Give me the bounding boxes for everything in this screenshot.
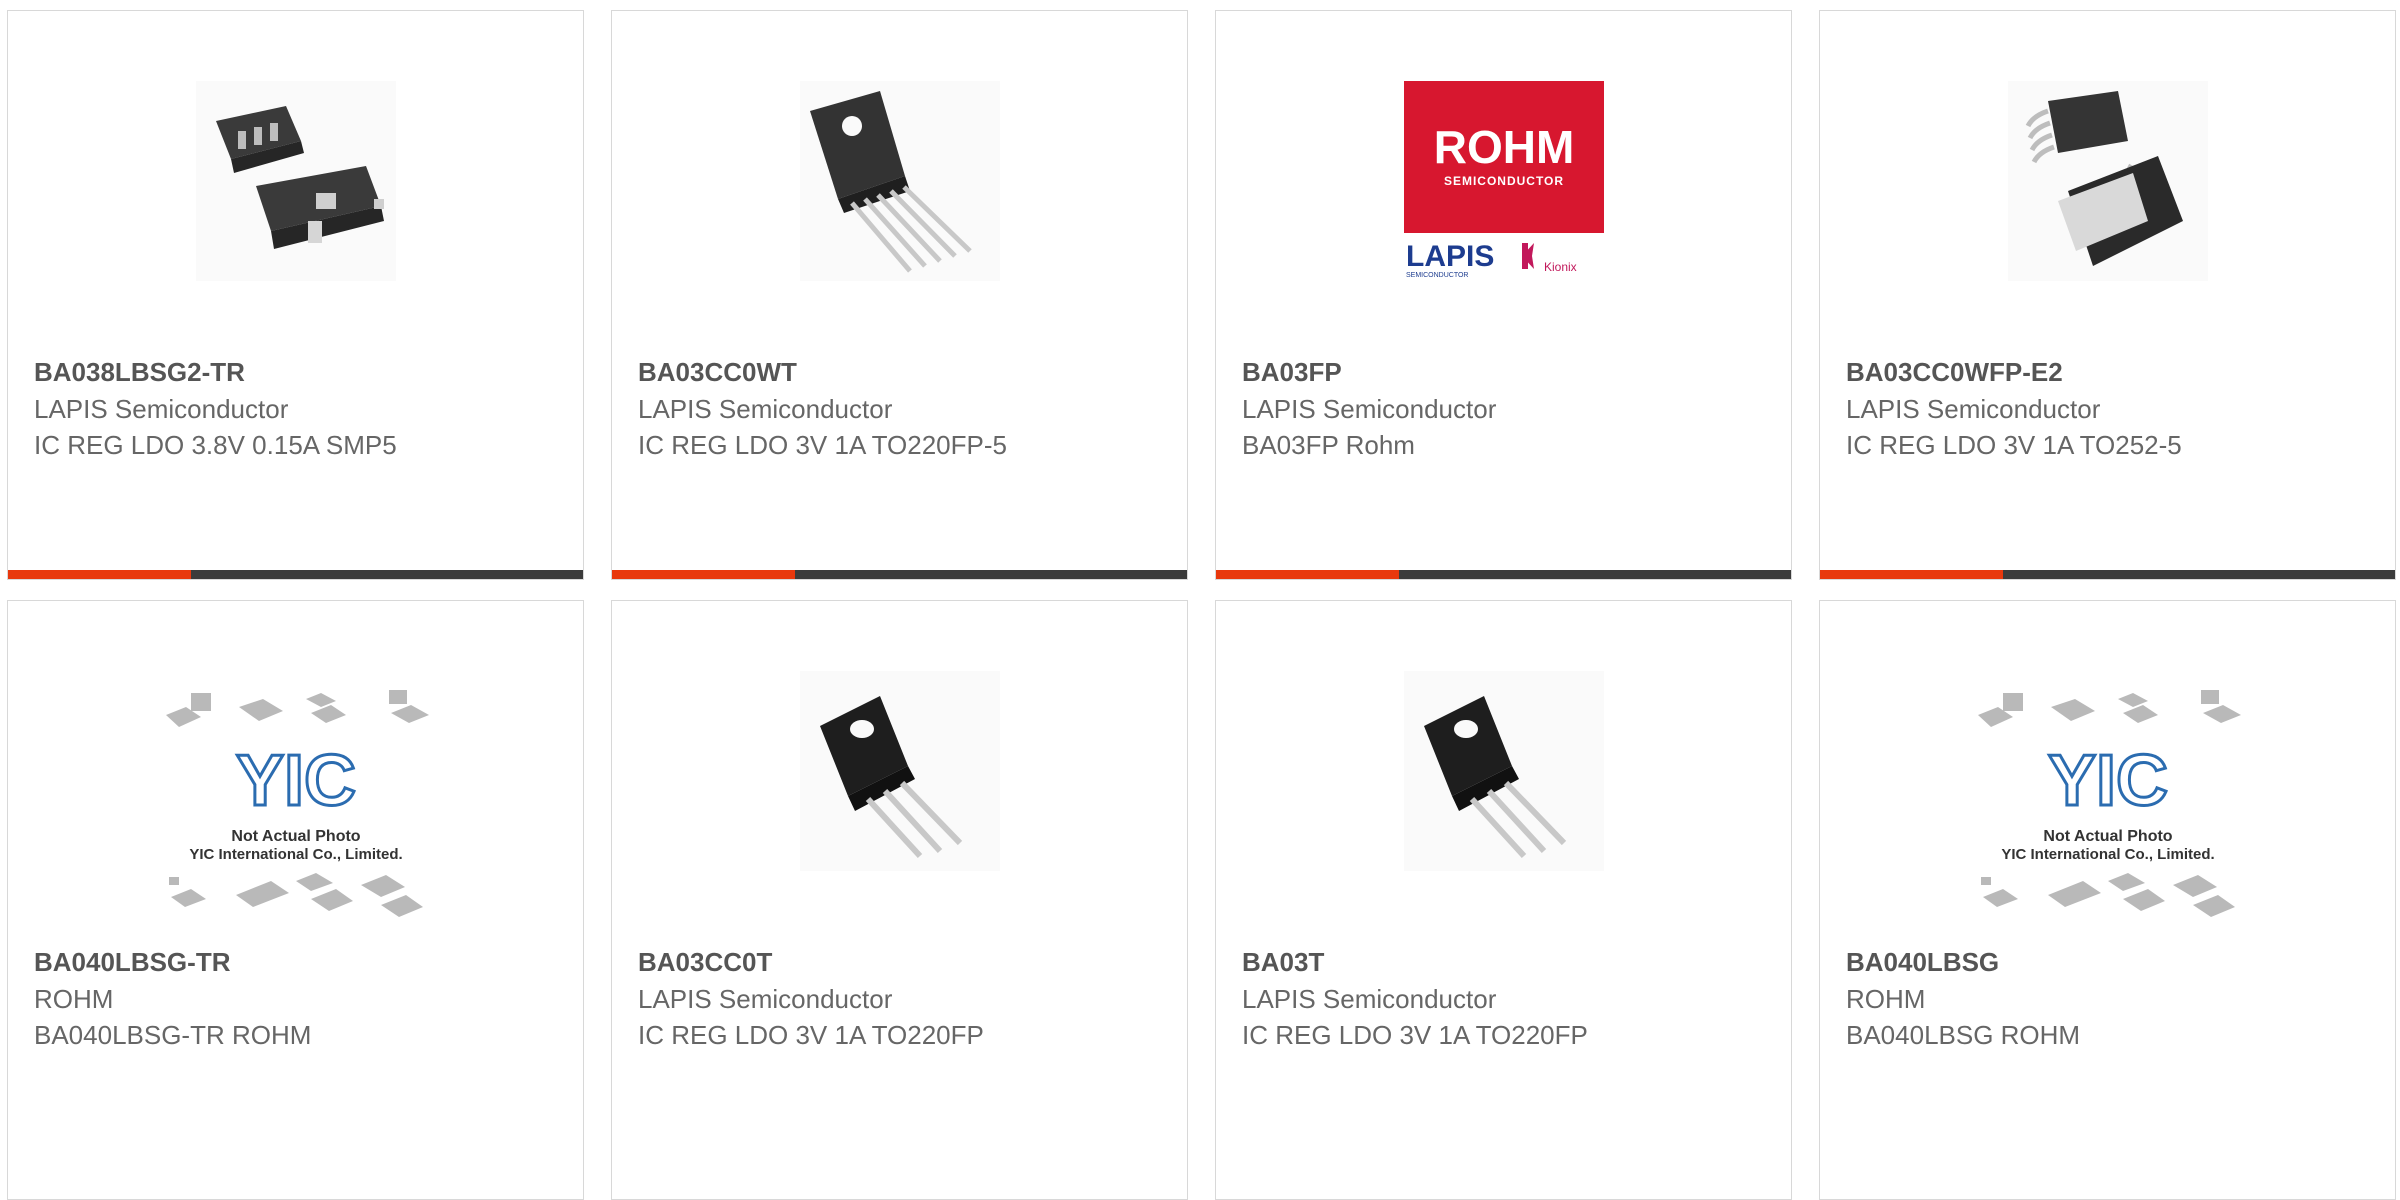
manufacturer: LAPIS Semiconductor [1242, 394, 1497, 424]
to220fp-package-image[interactable] [1403, 671, 1604, 871]
kionix-logo-text: Kionix [1544, 260, 1577, 274]
product-card[interactable]: BA03T LAPIS Semiconductor IC REG LDO 3V … [1215, 600, 1792, 1200]
product-description: IC REG LDO 3.8V 0.15A SMP5 [34, 430, 397, 460]
part-number[interactable]: BA038LBSG2-TR [34, 353, 563, 391]
product-description: IC REG LDO 3V 1A TO252-5 [1846, 430, 2182, 460]
product-card[interactable]: BA03CC0WFP-E2 LAPIS Semiconductor IC REG… [1819, 10, 2396, 580]
placeholder-image[interactable]: YIC Not Actual Photo YIC International C… [1972, 685, 2243, 925]
product-card[interactable]: BA038LBSG2-TR LAPIS Semiconductor IC REG… [7, 10, 584, 580]
product-info: BA03CC0WFP-E2 LAPIS Semiconductor IC REG… [1846, 353, 2375, 463]
placeholder-line1: Not Actual Photo [2043, 828, 2172, 845]
manufacturer: LAPIS Semiconductor [638, 394, 893, 424]
product-info: BA03CC0T LAPIS Semiconductor IC REG LDO … [638, 943, 1167, 1053]
part-number[interactable]: BA040LBSG-TR [34, 943, 563, 981]
manufacturer: ROHM [1846, 984, 1926, 1014]
card-footer-bar [8, 570, 583, 579]
product-description: IC REG LDO 3V 1A TO220FP [1242, 1020, 1588, 1050]
smp5-package-image[interactable] [195, 81, 396, 281]
product-card[interactable]: BA03CC0WT LAPIS Semiconductor IC REG LDO… [611, 10, 1188, 580]
placeholder-image[interactable]: YIC Not Actual Photo YIC International C… [160, 685, 431, 925]
product-description: IC REG LDO 3V 1A TO220FP [638, 1020, 984, 1050]
part-number[interactable]: BA03CC0WT [638, 353, 1167, 391]
rohm-logo-subtext: SEMICONDUCTOR [1443, 174, 1563, 188]
card-accent [1820, 570, 2003, 579]
part-number[interactable]: BA040LBSG [1846, 943, 2375, 981]
product-info: BA03CC0WT LAPIS Semiconductor IC REG LDO… [638, 353, 1167, 463]
product-card[interactable]: ROHM SEMICONDUCTOR LAPIS SEMICONDUCTOR K… [1215, 10, 1792, 580]
manufacturer: LAPIS Semiconductor [638, 984, 893, 1014]
part-number[interactable]: BA03CC0T [638, 943, 1167, 981]
part-number[interactable]: BA03CC0WFP-E2 [1846, 353, 2375, 391]
card-footer-bar [1216, 570, 1791, 579]
card-accent [1216, 570, 1399, 579]
product-description: BA040LBSG ROHM [1846, 1020, 2081, 1050]
rohm-logo-image[interactable]: ROHM SEMICONDUCTOR LAPIS SEMICONDUCTOR K… [1403, 81, 1604, 281]
rohm-logo-text: ROHM [1433, 121, 1574, 173]
yic-logo: YIC [2047, 741, 2167, 821]
part-number[interactable]: BA03T [1242, 943, 1771, 981]
manufacturer: LAPIS Semiconductor [34, 394, 289, 424]
product-info: BA038LBSG2-TR LAPIS Semiconductor IC REG… [34, 353, 563, 463]
placeholder-line1: Not Actual Photo [231, 828, 360, 845]
manufacturer: ROHM [34, 984, 114, 1014]
product-card[interactable]: BA03CC0T LAPIS Semiconductor IC REG LDO … [611, 600, 1188, 1200]
placeholder-line2: YIC International Co., Limited. [2001, 846, 2214, 863]
product-card[interactable]: YIC Not Actual Photo YIC International C… [1819, 600, 2396, 1200]
to220fp-5-package-image[interactable] [799, 81, 1000, 281]
manufacturer: LAPIS Semiconductor [1242, 984, 1497, 1014]
part-number[interactable]: BA03FP [1242, 353, 1771, 391]
manufacturer: LAPIS Semiconductor [1846, 394, 2101, 424]
product-info: BA040LBSG ROHM BA040LBSG ROHM [1846, 943, 2375, 1053]
product-grid: BA038LBSG2-TR LAPIS Semiconductor IC REG… [0, 0, 2400, 1200]
card-footer-bar [1820, 570, 2395, 579]
to252-5-package-image[interactable] [2007, 81, 2208, 281]
product-info: BA040LBSG-TR ROHM BA040LBSG-TR ROHM [34, 943, 563, 1053]
product-card[interactable]: YIC Not Actual Photo YIC International C… [7, 600, 584, 1200]
card-accent [8, 570, 191, 579]
product-description: BA040LBSG-TR ROHM [34, 1020, 312, 1050]
card-footer-bar [612, 570, 1187, 579]
product-description: IC REG LDO 3V 1A TO220FP-5 [638, 430, 1007, 460]
product-description: BA03FP Rohm [1242, 430, 1415, 460]
card-accent [612, 570, 795, 579]
lapis-logo-subtext: SEMICONDUCTOR [1406, 272, 1468, 279]
lapis-logo-text: LAPIS [1406, 240, 1494, 273]
product-info: BA03T LAPIS Semiconductor IC REG LDO 3V … [1242, 943, 1771, 1053]
placeholder-line2: YIC International Co., Limited. [189, 846, 402, 863]
yic-logo: YIC [235, 741, 355, 821]
to220fp-package-image[interactable] [799, 671, 1000, 871]
product-info: BA03FP LAPIS Semiconductor BA03FP Rohm [1242, 353, 1771, 463]
